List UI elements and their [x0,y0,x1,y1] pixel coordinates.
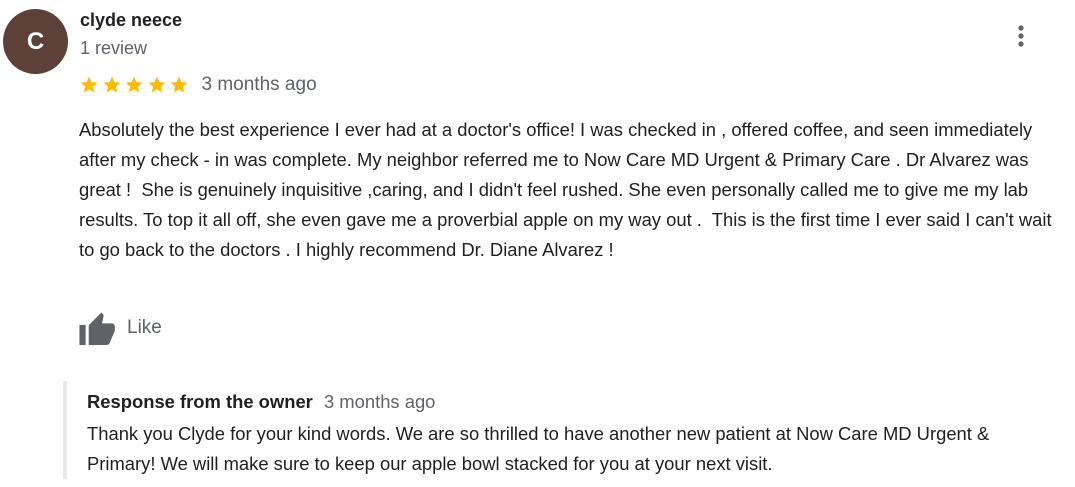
star-rating [79,75,192,95]
owner-response: Response from the owner 3 months ago Tha… [63,381,1067,479]
avatar[interactable]: C [3,9,68,74]
star-icon [80,76,98,93]
review-text: Absolutely the best experience I ever ha… [79,119,1057,260]
like-label: Like [127,317,162,338]
star-icon [170,76,188,93]
rating-row: 3 months ago [79,72,317,98]
thumb-up-icon [79,312,115,345]
owner-response-header: Response from the owner 3 months ago [87,391,435,413]
more-options-button[interactable] [1008,20,1034,52]
more-vert-icon [1018,25,1024,47]
review-time: 3 months ago [201,74,317,95]
review-count: 1 review [80,38,148,58]
owner-response-time: 3 months ago [323,391,436,412]
avatar-initial: C [26,27,45,55]
review-card: C clyde neece 1 review 3 months ago Abso… [0,0,1075,487]
owner-response-text: Thank you Clyde for your kind words. We … [87,423,990,474]
like-button[interactable]: Like [79,310,162,346]
star-icon [148,76,165,93]
owner-response-title: Response from the owner [87,391,313,412]
reviewer-name[interactable]: clyde neece [80,10,182,31]
star-icon [125,76,143,93]
star-icon [103,76,120,93]
